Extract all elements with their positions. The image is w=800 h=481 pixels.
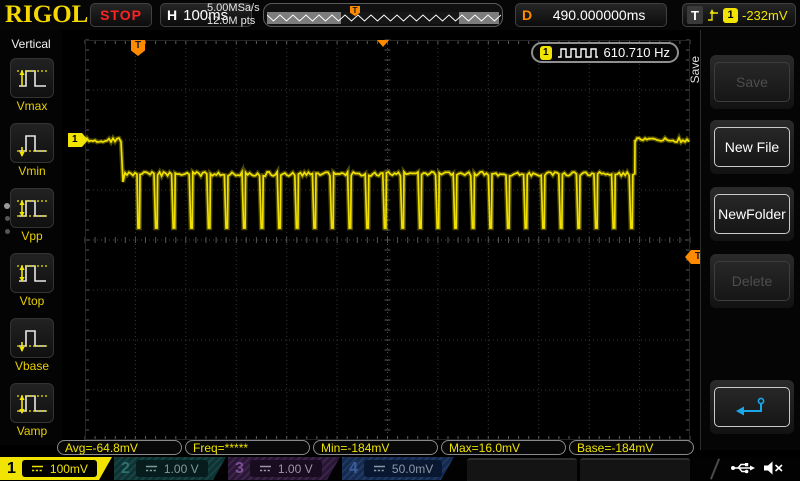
trigger-label: T — [687, 6, 703, 24]
new-file-button[interactable]: New File — [710, 120, 794, 174]
menu-tab-label: Save — [688, 56, 702, 83]
measurement-base: Base=-184mV — [569, 440, 694, 455]
graticule: T 1 T 1 610.710 Hz — [85, 40, 690, 440]
channel-number: 3 — [228, 460, 250, 478]
menu-item-label: Vbase — [9, 359, 55, 373]
menu-item-label: Vmax — [9, 99, 55, 113]
run-state-label: STOP — [100, 7, 142, 23]
button-label: New File — [725, 139, 779, 155]
channel-scale-value: 100mV — [50, 462, 88, 476]
button-label: Delete — [732, 273, 772, 289]
run-state-badge: STOP — [90, 3, 152, 27]
vpp-icon — [10, 188, 54, 228]
menu-item-label: Vamp — [9, 424, 55, 438]
vamp-icon — [10, 383, 54, 423]
coupling-icon — [259, 464, 272, 473]
soft-key-menu: Save New File NewFolder Delete — [700, 30, 800, 450]
left-menu: Vertical Vmax Vmin Vpp Vtop Vbase Vamp — [0, 30, 62, 445]
waveform-trace — [85, 40, 690, 440]
page-indicator-dot — [5, 229, 10, 234]
trigger-position-marker — [377, 40, 389, 47]
coupling-icon — [31, 464, 44, 473]
vmax-icon — [10, 58, 54, 98]
waveform-overview: T — [263, 3, 503, 27]
menu-item-vmin[interactable]: Vmin — [9, 123, 55, 178]
page-indicator-dot — [5, 216, 10, 221]
menu-item-vbase[interactable]: Vbase — [9, 318, 55, 373]
channel-1-tab[interactable]: 1 100mV — [0, 457, 112, 480]
newfolder-button[interactable]: NewFolder — [710, 187, 794, 241]
menu-item-vamp[interactable]: Vamp — [9, 383, 55, 438]
vtop-icon — [10, 253, 54, 293]
empty-menu-slot — [580, 458, 690, 481]
channel-number: 4 — [342, 460, 364, 478]
channel-scale-value: 1.00 V — [278, 462, 313, 476]
button-label: Save — [736, 74, 768, 90]
memory-depth-readout: 12.0M pts — [207, 15, 260, 28]
channel-number: 1 — [0, 460, 22, 478]
menu-item-label: Vpp — [9, 229, 55, 243]
channel-3-tab[interactable]: 3 1.00 V — [228, 457, 340, 480]
overview-band — [267, 12, 499, 24]
save-button[interactable]: Save — [710, 55, 794, 109]
overview-wave — [267, 12, 501, 24]
status-icons — [730, 460, 784, 476]
channel-2-tab[interactable]: 2 1.00 V — [114, 457, 226, 480]
channel-scale-value: 50.0mV — [392, 462, 433, 476]
speaker-muted-icon — [762, 460, 784, 476]
sample-rate-readout: 5.00MSa/s — [207, 2, 260, 15]
button-label: NewFolder — [718, 206, 786, 222]
channel-scale-value: 1.00 V — [164, 462, 199, 476]
coupling-icon — [145, 464, 158, 473]
acquisition-readout: 5.00MSa/s 12.0M pts — [207, 2, 260, 28]
square-wave-icon — [557, 46, 599, 59]
channel-number: 2 — [114, 460, 136, 478]
menu-item-vpp[interactable]: Vpp — [9, 188, 55, 243]
delay-box: D 490.000000ms — [515, 3, 667, 27]
back-button[interactable] — [710, 380, 794, 434]
measurement-max: Max=16.0mV — [441, 440, 566, 455]
top-status-bar: RIGOL STOP H 100ms 5.00MSa/s 12.0M pts T… — [0, 0, 800, 30]
channel-bar: 1 100mV 2 1.00 V 3 1.00 V 4 50.0mV — [0, 457, 800, 480]
menu-item-vmax[interactable]: Vmax — [9, 58, 55, 113]
measurement-bar: Avg=-64.8mVFreq=*****Min=-184mVMax=16.0m… — [0, 440, 800, 456]
menu-item-vtop[interactable]: Vtop — [9, 253, 55, 308]
trigger-box: T 1 -232mV — [682, 3, 796, 27]
return-arrow-icon — [733, 395, 771, 419]
rising-edge-icon — [707, 8, 719, 23]
freq-counter: 1 610.710 Hz — [531, 42, 679, 63]
page-indicator-dot — [4, 203, 10, 209]
vmin-icon — [10, 123, 54, 163]
empty-menu-slot — [467, 458, 577, 481]
trigger-source-badge: 1 — [723, 8, 738, 23]
menu-item-label: Vmin — [9, 164, 55, 178]
channel-4-tab[interactable]: 4 50.0mV — [342, 457, 454, 480]
vbase-icon — [10, 318, 54, 358]
delay-value: 490.000000ms — [553, 7, 646, 23]
left-menu-title: Vertical — [0, 30, 62, 51]
brand-logo: RIGOL — [5, 1, 88, 29]
measurement-freq: Freq=***** — [185, 440, 310, 455]
measurement-avg: Avg=-64.8mV — [57, 440, 182, 455]
delay-label: D — [522, 7, 532, 23]
measurement-min: Min=-184mV — [313, 440, 438, 455]
freq-counter-value: 610.710 Hz — [604, 45, 671, 60]
menu-item-label: Vtop — [9, 294, 55, 308]
coupling-icon — [373, 464, 386, 473]
trigger-level-value: -232mV — [742, 8, 788, 23]
freq-counter-source-badge: 1 — [540, 46, 552, 60]
delete-button[interactable]: Delete — [710, 254, 794, 308]
usb-icon — [730, 460, 756, 476]
horizontal-label: H — [167, 7, 177, 23]
